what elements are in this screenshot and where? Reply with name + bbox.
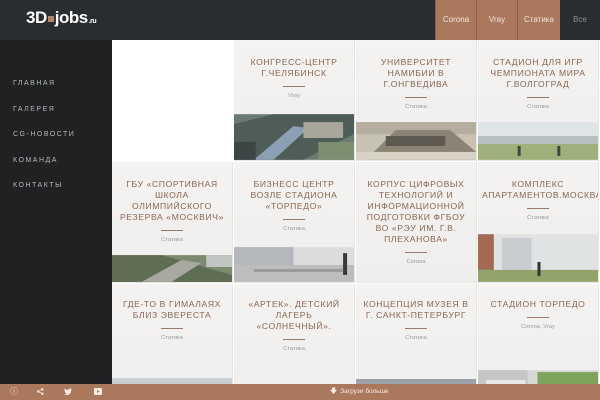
filter-all[interactable]: Все bbox=[560, 0, 600, 40]
gallery-tile-himalayas[interactable]: Где-то в Гималаях близ Эвереста Статика bbox=[112, 284, 233, 384]
share-button[interactable] bbox=[26, 384, 54, 400]
tile-title: «Артек». Детский лагерь «Солнечный». bbox=[248, 299, 340, 331]
tile-divider bbox=[283, 219, 305, 220]
tile-render-image bbox=[234, 114, 354, 160]
tile-divider bbox=[161, 328, 183, 329]
logo-tail: jobs bbox=[54, 8, 88, 27]
tile-divider bbox=[405, 328, 427, 329]
video-button[interactable] bbox=[84, 384, 112, 400]
nav-item-home[interactable]: Главная bbox=[13, 78, 75, 104]
nav-item-cg-news[interactable]: CG-новости bbox=[13, 129, 75, 155]
load-more-button[interactable]: 🡇 Загрузи больше bbox=[330, 384, 389, 400]
logo-suffix: .ru bbox=[88, 18, 97, 25]
tile-render-image bbox=[478, 370, 598, 384]
tile-category: Статика bbox=[405, 335, 427, 341]
tile-category: Vray bbox=[288, 93, 300, 99]
tile-title: Стадион для игр чемпионата мира г.Волгог… bbox=[490, 57, 586, 89]
nav-item-gallery[interactable]: Галерея bbox=[13, 104, 75, 130]
tile-render-image bbox=[234, 247, 354, 282]
tile-divider bbox=[405, 252, 427, 253]
sidebar: Главная Галерея CG-новости Команда Конта… bbox=[0, 40, 112, 384]
arrow-down-icon: 🡇 bbox=[330, 388, 338, 395]
tile-title: ГБУ «Спортивная школа олимпийского резер… bbox=[120, 179, 224, 222]
tile-category: Статика bbox=[283, 226, 305, 232]
gallery-tile-congress-center[interactable]: Конгресс-центр г.Челябинск Vray bbox=[234, 40, 355, 161]
gallery-tile-museum-spb[interactable]: Концепция музея в г. Санкт-Петербург Ста… bbox=[356, 284, 477, 384]
video-icon bbox=[94, 388, 102, 396]
gallery-tile-business-center[interactable]: Бизнесс центр возле стадиона «Торпедо» С… bbox=[234, 162, 355, 283]
site-logo[interactable]: 3D jobs.ru bbox=[26, 8, 97, 28]
gallery-tile-namibia-university[interactable]: Университет Намибии в г.Онгведива Статик… bbox=[356, 40, 477, 161]
tile-title: Корпус цифровых технологий и информацион… bbox=[366, 179, 466, 244]
filter-static[interactable]: Статика bbox=[517, 0, 560, 40]
tile-category: Статика bbox=[161, 335, 183, 341]
gallery-tile-torpedo-stadium[interactable]: Стадион Торпедо Corona ,Vray bbox=[478, 284, 599, 384]
tile-category: Статика bbox=[161, 237, 183, 243]
tile-render-image bbox=[356, 122, 476, 160]
tile-category: Статика bbox=[527, 215, 549, 221]
tile-title: Университет Намибии в г.Онгведива bbox=[380, 57, 452, 89]
filter-corona[interactable]: Corona bbox=[435, 0, 476, 40]
tile-divider bbox=[527, 317, 549, 318]
gallery-tile-sports-school[interactable]: ГБУ «Спортивная школа олимпийского резер… bbox=[112, 162, 233, 283]
twitter-button[interactable] bbox=[54, 384, 82, 400]
tile-divider bbox=[527, 97, 549, 98]
tile-title: Где-то в Гималаях близ Эвереста bbox=[123, 299, 221, 320]
gallery-tile-volgograd-stadium[interactable]: Стадион для игр чемпионата мира г.Волгог… bbox=[478, 40, 599, 161]
tile-render-image bbox=[112, 255, 232, 282]
category-filters: Corona Vray Статика Все bbox=[435, 0, 600, 40]
tile-render-image bbox=[478, 122, 598, 160]
tile-divider bbox=[527, 208, 549, 209]
tile-category: Статика bbox=[527, 104, 549, 110]
top-bar: 3D jobs.ru Corona Vray Статика Все bbox=[0, 0, 600, 40]
tile-render-image bbox=[478, 234, 598, 282]
tile-title: Конгресс-центр г.Челябинск bbox=[250, 57, 338, 78]
main-nav: Главная Галерея CG-новости Команда Конта… bbox=[13, 78, 75, 206]
info-icon: ⓘ bbox=[10, 387, 18, 396]
info-button[interactable]: ⓘ bbox=[0, 384, 28, 400]
tile-category: Статика bbox=[405, 104, 427, 110]
tile-divider bbox=[283, 86, 305, 87]
bottom-bar: ⓘ 🡇 Загрузи больше bbox=[0, 384, 600, 400]
tile-divider bbox=[283, 339, 305, 340]
tile-category: Corona bbox=[406, 259, 426, 265]
tile-title: Стадион Торпедо bbox=[490, 299, 586, 309]
gallery-tile-digital-tech-building[interactable]: Корпус цифровых технологий и информацион… bbox=[356, 162, 477, 283]
gallery-tile-apartments-moscow[interactable]: Комплекс апартаментов.Москва Статика bbox=[478, 162, 599, 283]
filter-vray[interactable]: Vray bbox=[476, 0, 517, 40]
tile-category: Статика bbox=[283, 346, 305, 352]
gallery-grid: Конгресс-центр г.Челябинск Vray Универси… bbox=[112, 40, 600, 384]
tile-category: Corona ,Vray bbox=[521, 324, 555, 330]
tile-divider bbox=[405, 97, 427, 98]
share-icon bbox=[36, 388, 43, 396]
logo-dot-icon bbox=[47, 15, 54, 22]
tile-divider bbox=[161, 230, 183, 231]
twitter-icon bbox=[64, 388, 72, 396]
nav-item-contacts[interactable]: Контакты bbox=[13, 180, 75, 206]
gallery-tile-artek-camp[interactable]: «Артек». Детский лагерь «Солнечный». Ста… bbox=[234, 284, 355, 384]
tile-title: Комплекс апартаментов.Москва bbox=[482, 179, 599, 200]
tile-title: Бизнесс центр возле стадиона «Торпедо» bbox=[250, 179, 338, 211]
logo-main: 3D bbox=[26, 8, 47, 27]
nav-item-team[interactable]: Команда bbox=[13, 155, 75, 181]
load-more-label: Загрузи больше bbox=[340, 388, 389, 395]
tile-title: Концепция музея в г. Санкт-Петербург bbox=[363, 299, 469, 320]
